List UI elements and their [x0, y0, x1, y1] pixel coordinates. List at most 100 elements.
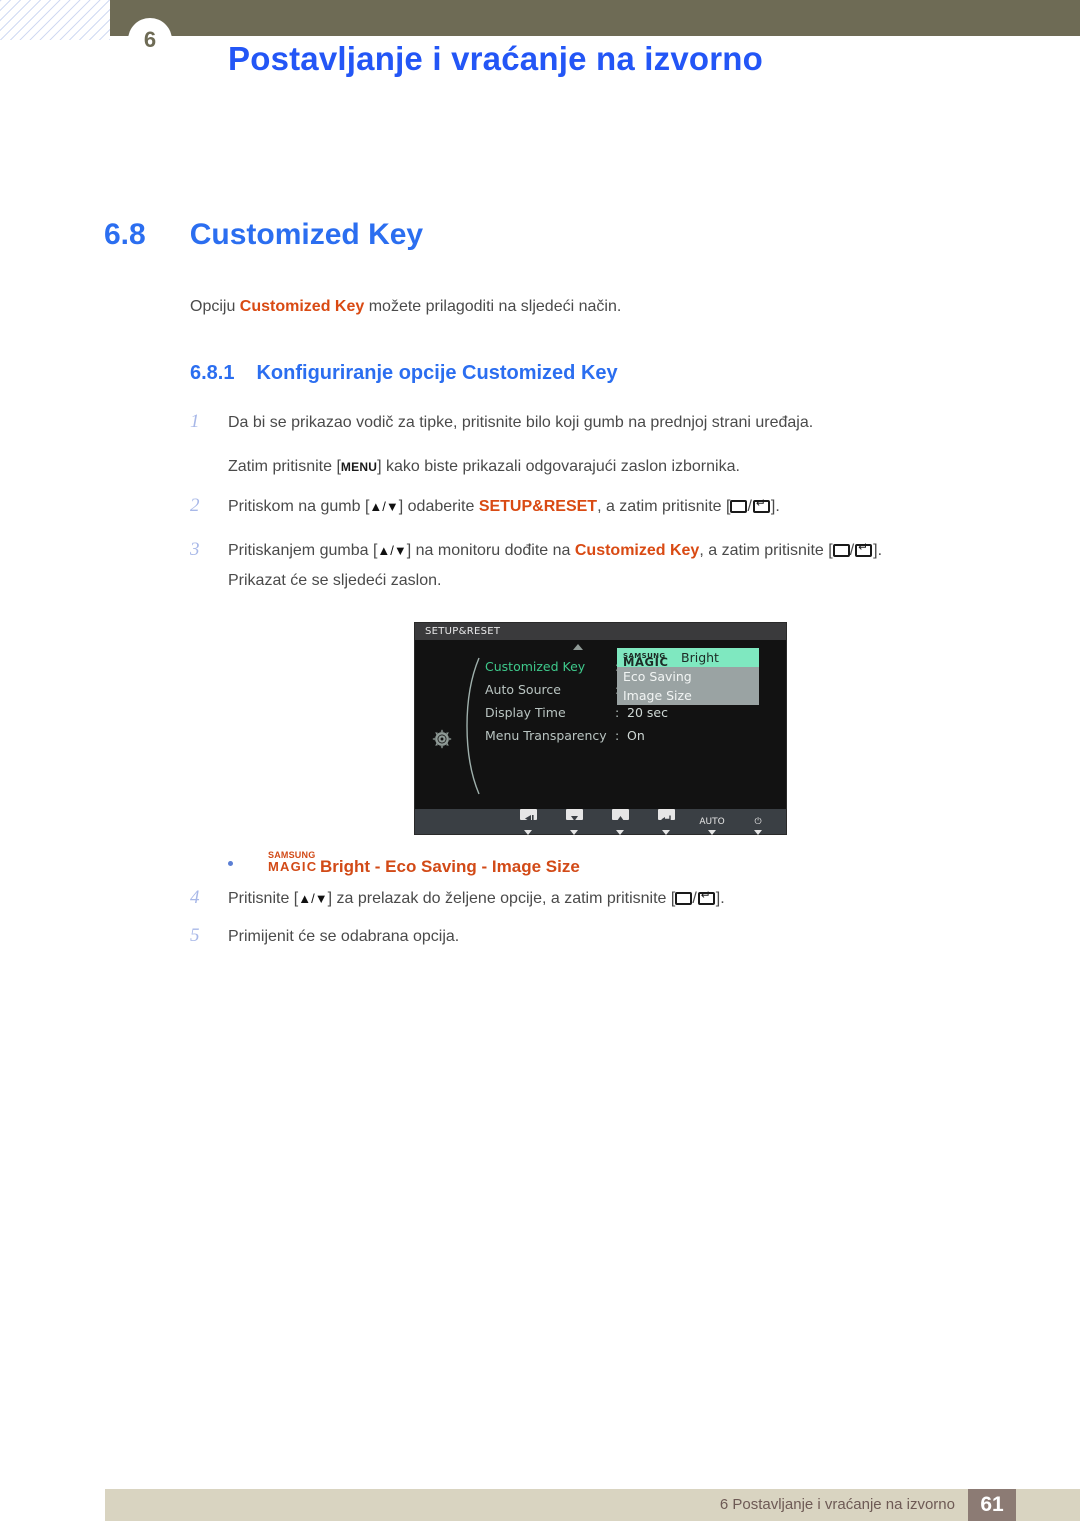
- osd-button-auto[interactable]: AUTO: [698, 809, 726, 835]
- updown-arrow-icon: ▲/▼: [369, 499, 399, 514]
- chapter-number-badge: 6: [128, 18, 172, 62]
- magic-brand-bottom: MAGIC: [268, 859, 318, 874]
- osd-row-label: Customized Key: [485, 659, 586, 674]
- slash: /: [692, 890, 697, 907]
- procedure-steps-continued: 4 Pritisnite [▲/▼] za prelazak do željen…: [190, 886, 1020, 954]
- step-5-text: Primijenit će se odabrana opcija.: [228, 928, 460, 945]
- bullet-note: SAMSUNG MAGIC Bright - Eco Saving - Imag…: [268, 850, 580, 877]
- subsection-title: Konfiguriranje opcije Customized Key: [256, 362, 618, 384]
- step-5-number: 5: [190, 925, 200, 946]
- bullet-marker-icon: [228, 861, 233, 866]
- step-3-a: Pritiskanjem gumba [: [228, 542, 378, 559]
- corner-hatch-decoration: [0, 0, 110, 40]
- gear-icon: [432, 729, 452, 749]
- step-2-highlight: SETUP&RESET: [478, 498, 598, 515]
- enter-key-icon: [855, 541, 873, 557]
- step-4-number: 4: [190, 887, 200, 908]
- header-bar: [110, 0, 1080, 36]
- step-2: 2 Pritiskom na gumb [▲/▼] odaberite SETU…: [190, 494, 1020, 520]
- section-heading: 6.8 Customized Key: [104, 218, 423, 252]
- down-indicator-icon: [570, 829, 578, 835]
- step-4-b: ] za prelazak do željene opcije, a zatim…: [327, 890, 676, 907]
- step-2-c: , a zatim pritisnite [: [597, 498, 731, 515]
- step-1: 1 Da bi se prikazao vodič za tipke, prit…: [190, 410, 1020, 436]
- samsung-magic-logo: SAMSUNG MAGIC: [268, 850, 320, 874]
- osd-screenshot: SETUP&RESET Customized Key : Auto Source: [414, 622, 787, 835]
- step-2-number: 2: [190, 495, 200, 516]
- subsection-number: 6.8.1: [190, 362, 235, 384]
- down-indicator-icon: [616, 829, 624, 835]
- osd-row-colon: :: [615, 728, 620, 743]
- step-3: 3 Pritiskanjem gumba [▲/▼] na monitoru d…: [190, 538, 1020, 564]
- left-arrow-icon: [519, 808, 537, 822]
- osd-button-up[interactable]: [606, 808, 634, 835]
- osd-submenu-item-magicbright[interactable]: SAMSUNG MAGIC Bright: [617, 648, 759, 669]
- osd-button-bar: AUTO ⏻: [415, 808, 786, 835]
- osd-row-label: Auto Source: [485, 682, 561, 697]
- step-4-a: Pritisnite [: [228, 890, 299, 907]
- bullet-note-text: Bright - Eco Saving - Image Size: [320, 857, 580, 876]
- updown-arrow-icon: ▲/▼: [377, 543, 407, 558]
- chapter-number: 6: [143, 27, 157, 52]
- osd-button-left[interactable]: [514, 808, 542, 835]
- menu-key-glyph: MENU: [340, 460, 378, 474]
- step-2-a: Pritiskom na gumb [: [228, 498, 370, 515]
- enter-arrow-icon: [657, 808, 675, 822]
- section-intro: Opciju Customized Key možete prilagoditi…: [190, 298, 621, 316]
- step-2-b: ] odaberite: [398, 498, 479, 515]
- step-3-continuation: Prikazat će se sljedeći zaslon.: [228, 572, 442, 589]
- back-key-icon: [832, 544, 850, 557]
- intro-highlight: Customized Key: [239, 298, 365, 315]
- step-1-text: Da bi se prikazao vodič za tipke, pritis…: [228, 414, 814, 431]
- step-4-text: Pritisnite [▲/▼] za prelazak do željene …: [228, 886, 725, 912]
- step-3-text: Pritiskanjem gumba [▲/▼] na monitoru dođ…: [228, 538, 882, 564]
- step-3-b: ] na monitoru dođite na: [406, 542, 575, 559]
- osd-submenu: SAMSUNG MAGIC Bright Eco Saving Image Si…: [617, 648, 759, 705]
- slash: /: [849, 542, 855, 559]
- down-indicator-icon: [708, 829, 716, 835]
- procedure-steps: 1 Da bi se prikazao vodič za tipke, prit…: [190, 410, 1020, 594]
- down-indicator-icon: [524, 829, 532, 835]
- down-indicator-icon: [754, 829, 762, 835]
- scroll-up-indicator-icon: [573, 644, 583, 650]
- osd-title: SETUP&RESET: [415, 623, 786, 640]
- step-3-number: 3: [190, 539, 200, 560]
- osd-submenu-label: Image Size: [623, 688, 692, 703]
- osd-row[interactable]: Menu Transparency : On: [485, 724, 780, 747]
- page-number-badge: 61: [968, 1489, 1016, 1521]
- enter-key-icon: [697, 889, 715, 905]
- header-title: Postavljanje i vraćanje na izvorno: [228, 40, 764, 77]
- step-1b-after: ] kako biste prikazali odgovarajući zasl…: [377, 458, 740, 475]
- osd-arc-divider: [466, 657, 480, 795]
- slash: /: [747, 498, 752, 515]
- section-title: Customized Key: [189, 218, 424, 251]
- step-3-d: ].: [873, 542, 883, 559]
- auto-label: AUTO: [699, 816, 725, 827]
- osd-row-colon: :: [615, 705, 620, 720]
- magic-brand-bottom: MAGIC: [623, 655, 669, 669]
- osd-button-power[interactable]: ⏻: [744, 809, 772, 835]
- updown-arrow-icon: ▲/▼: [298, 891, 328, 906]
- osd-button-enter[interactable]: [652, 808, 680, 835]
- step-1-continuation: Zatim pritisnite [MENU] kako biste prika…: [228, 454, 1020, 480]
- footer-breadcrumb: 6 Postavljanje i vraćanje na izvorno: [719, 1496, 955, 1513]
- intro-text-after: možete prilagoditi na sljedeći način.: [364, 298, 622, 315]
- osd-body: Customized Key : Auto Source : Display T…: [415, 640, 786, 810]
- osd-row-label: Menu Transparency: [485, 728, 607, 743]
- osd-row-label: Display Time: [485, 705, 566, 720]
- step-2-d: ].: [770, 498, 780, 515]
- back-key-icon: [675, 892, 693, 905]
- back-key-icon: [730, 500, 748, 513]
- step-2-text: Pritiskom na gumb [▲/▼] odaberite SETUP&…: [228, 494, 780, 520]
- osd-submenu-item-imagesize[interactable]: Image Size: [617, 686, 759, 705]
- step-3-highlight: Customized Key: [574, 542, 700, 559]
- osd-row-value: On: [627, 728, 645, 743]
- osd-row-value: 20 sec: [627, 705, 668, 720]
- up-arrow-icon: [611, 808, 629, 821]
- osd-button-down[interactable]: [560, 808, 588, 835]
- step-4: 4 Pritisnite [▲/▼] za prelazak do željen…: [190, 886, 1020, 912]
